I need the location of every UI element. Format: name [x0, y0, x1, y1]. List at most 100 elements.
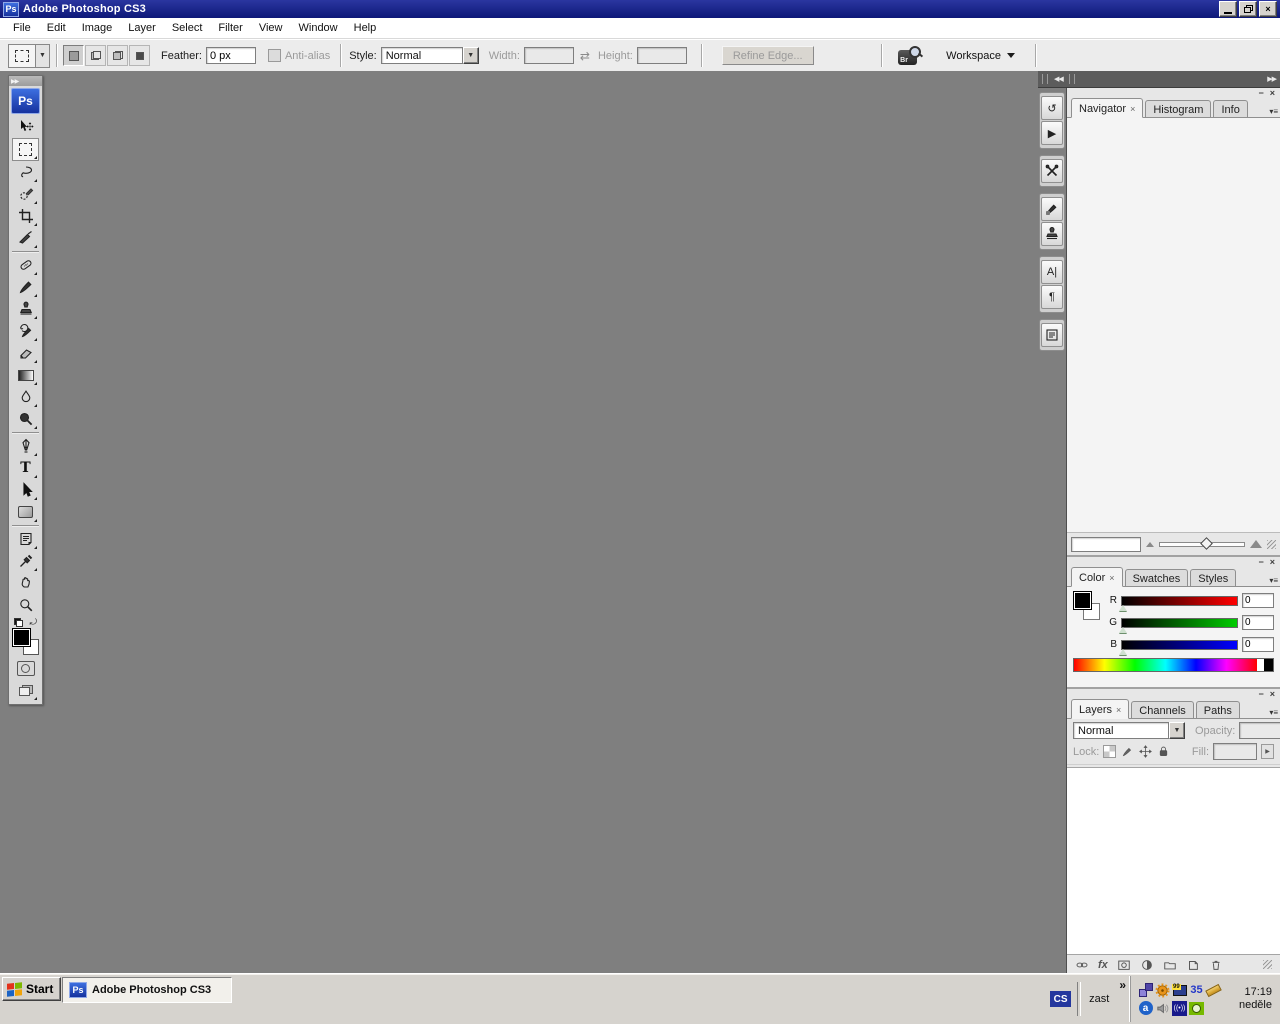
red-value-input[interactable] — [1242, 593, 1274, 608]
tab-swatches[interactable]: Swatches — [1125, 569, 1189, 586]
tool-eraser[interactable] — [13, 342, 38, 364]
menu-layer[interactable]: Layer — [120, 20, 164, 36]
restore-button[interactable] — [1239, 1, 1257, 17]
gold-pen-tray-icon[interactable] — [1206, 983, 1221, 998]
dock-grip[interactable] — [1042, 74, 1048, 84]
swap-dimensions-icon[interactable]: ⇄ — [580, 49, 590, 63]
tool-hand[interactable] — [13, 572, 38, 594]
tab-close-icon[interactable]: × — [1116, 705, 1121, 715]
expand-dock-icon[interactable]: ▶▶ — [1267, 75, 1276, 83]
tab-histogram[interactable]: Histogram — [1145, 100, 1211, 117]
title-bar[interactable]: Ps Adobe Photoshop CS3 × — [0, 0, 1280, 18]
link-layers-icon[interactable] — [1075, 958, 1089, 972]
tab-channels[interactable]: Channels — [1131, 701, 1193, 718]
green-value-input[interactable] — [1242, 615, 1274, 630]
tool-gradient[interactable] — [13, 364, 38, 386]
zoom-out-icon[interactable] — [1146, 542, 1154, 547]
red-slider-thumb[interactable] — [1119, 605, 1127, 611]
start-button[interactable]: Start — [2, 977, 61, 1001]
temperature-tray-icon[interactable]: 35 — [1189, 983, 1204, 998]
quick-mask-button[interactable] — [13, 657, 38, 679]
menu-file[interactable]: File — [5, 20, 39, 36]
tool-shape[interactable] — [13, 501, 38, 523]
panel-close-icon[interactable]: × — [1270, 558, 1275, 567]
tool-blur[interactable] — [13, 386, 38, 408]
menu-window[interactable]: Window — [291, 20, 346, 36]
color-spectrum-ramp[interactable] — [1073, 658, 1274, 672]
nvidia-tray-icon[interactable] — [1189, 1002, 1204, 1015]
navigator-zoom-slider[interactable] — [1159, 542, 1245, 547]
lock-all-icon[interactable] — [1157, 745, 1170, 758]
tray-chevron[interactable]: » — [1119, 978, 1126, 992]
dock-header[interactable]: ◀◀ ▶▶ — [1038, 71, 1280, 88]
dock-grip-2[interactable] — [1069, 74, 1075, 84]
tool-quick-selection[interactable] — [13, 183, 38, 205]
menu-filter[interactable]: Filter — [210, 20, 250, 36]
tool-crop[interactable] — [13, 205, 38, 227]
tool-clone-stamp[interactable] — [13, 298, 38, 320]
brushes-panel-button[interactable] — [1041, 197, 1063, 221]
blue-slider-thumb[interactable] — [1119, 649, 1127, 655]
tab-close-icon[interactable]: × — [1130, 104, 1135, 114]
green-slider-thumb[interactable] — [1119, 627, 1127, 633]
blend-mode-dropdown-arrow[interactable]: ▼ — [1169, 722, 1185, 739]
default-colors-icon[interactable] — [14, 618, 23, 627]
fill-slider-arrow[interactable]: ▶ — [1261, 744, 1274, 759]
actions-panel-button[interactable]: ▶ — [1041, 121, 1063, 145]
tool-brush[interactable] — [13, 276, 38, 298]
zoom-slider-thumb[interactable] — [1200, 537, 1213, 550]
tool-zoom[interactable] — [13, 594, 38, 616]
menu-select[interactable]: Select — [164, 20, 211, 36]
menu-help[interactable]: Help — [346, 20, 385, 36]
paragraph-panel-button[interactable]: ¶ — [1041, 285, 1063, 309]
menu-edit[interactable]: Edit — [39, 20, 74, 36]
clone-source-panel-button[interactable] — [1041, 222, 1063, 246]
tool-eyedropper[interactable] — [13, 550, 38, 572]
menu-image[interactable]: Image — [74, 20, 121, 36]
character-panel-button[interactable]: A| — [1041, 260, 1063, 284]
panel-minimize-icon[interactable]: − — [1258, 89, 1263, 98]
panel-close-icon[interactable]: × — [1270, 690, 1275, 699]
minimize-button[interactable] — [1219, 1, 1237, 17]
selection-mode-intersect-button[interactable] — [129, 45, 150, 66]
foreground-color-swatch[interactable] — [12, 628, 31, 647]
tool-type[interactable]: T — [13, 457, 38, 479]
tool-presets-panel-button[interactable] — [1041, 159, 1063, 183]
settings-gear-tray-icon[interactable] — [1155, 983, 1170, 998]
selection-mode-new-button[interactable] — [63, 45, 84, 66]
color-foreground-swatch[interactable] — [1073, 591, 1092, 610]
tab-navigator[interactable]: Navigator × — [1071, 98, 1143, 118]
tool-history-brush[interactable] — [13, 320, 38, 342]
selection-mode-subtract-button[interactable] — [107, 45, 128, 66]
zoom-in-icon[interactable] — [1250, 540, 1262, 548]
panel-close-icon[interactable]: × — [1270, 89, 1275, 98]
tool-rectangular-marquee[interactable] — [12, 138, 39, 161]
go-to-bridge-button[interactable]: Br — [898, 46, 922, 65]
layers-list[interactable] — [1067, 767, 1280, 955]
menu-view[interactable]: View — [251, 20, 291, 36]
tab-paths[interactable]: Paths — [1196, 701, 1240, 718]
navigator-zoom-input[interactable] — [1071, 537, 1141, 552]
panel-minimize-icon[interactable]: − — [1258, 558, 1263, 567]
green-slider[interactable] — [1121, 618, 1238, 628]
panel-menu-icon[interactable]: ▾≡ — [1269, 576, 1278, 585]
preset-dropdown-arrow[interactable]: ▼ — [36, 44, 50, 68]
tool-preset-picker[interactable]: ▼ — [8, 44, 50, 68]
lock-position-icon[interactable] — [1139, 745, 1152, 758]
wireless-tray-icon[interactable]: ((•)) — [1172, 1001, 1187, 1016]
fill-input[interactable] — [1213, 743, 1257, 760]
clock-time[interactable]: 17:19 — [1226, 986, 1272, 999]
display-monitor-tray-icon[interactable]: 99 — [1172, 983, 1187, 998]
selection-mode-add-button[interactable] — [85, 45, 106, 66]
tool-move[interactable] — [13, 116, 38, 138]
panel-resize-grip[interactable] — [1267, 540, 1276, 549]
panel-minimize-icon[interactable]: − — [1258, 690, 1263, 699]
volume-tray-icon[interactable] — [1155, 1001, 1170, 1016]
new-adjustment-layer-icon[interactable] — [1140, 958, 1154, 972]
blue-value-input[interactable] — [1242, 637, 1274, 652]
collapse-dock-icon[interactable]: ◀◀ — [1054, 75, 1063, 83]
lock-transparency-icon[interactable] — [1103, 745, 1116, 758]
panel-menu-icon[interactable]: ▾≡ — [1269, 708, 1278, 717]
panel-resize-grip[interactable] — [1263, 960, 1272, 969]
taskbar-task-photoshop[interactable]: Ps Adobe Photoshop CS3 — [62, 977, 232, 1003]
